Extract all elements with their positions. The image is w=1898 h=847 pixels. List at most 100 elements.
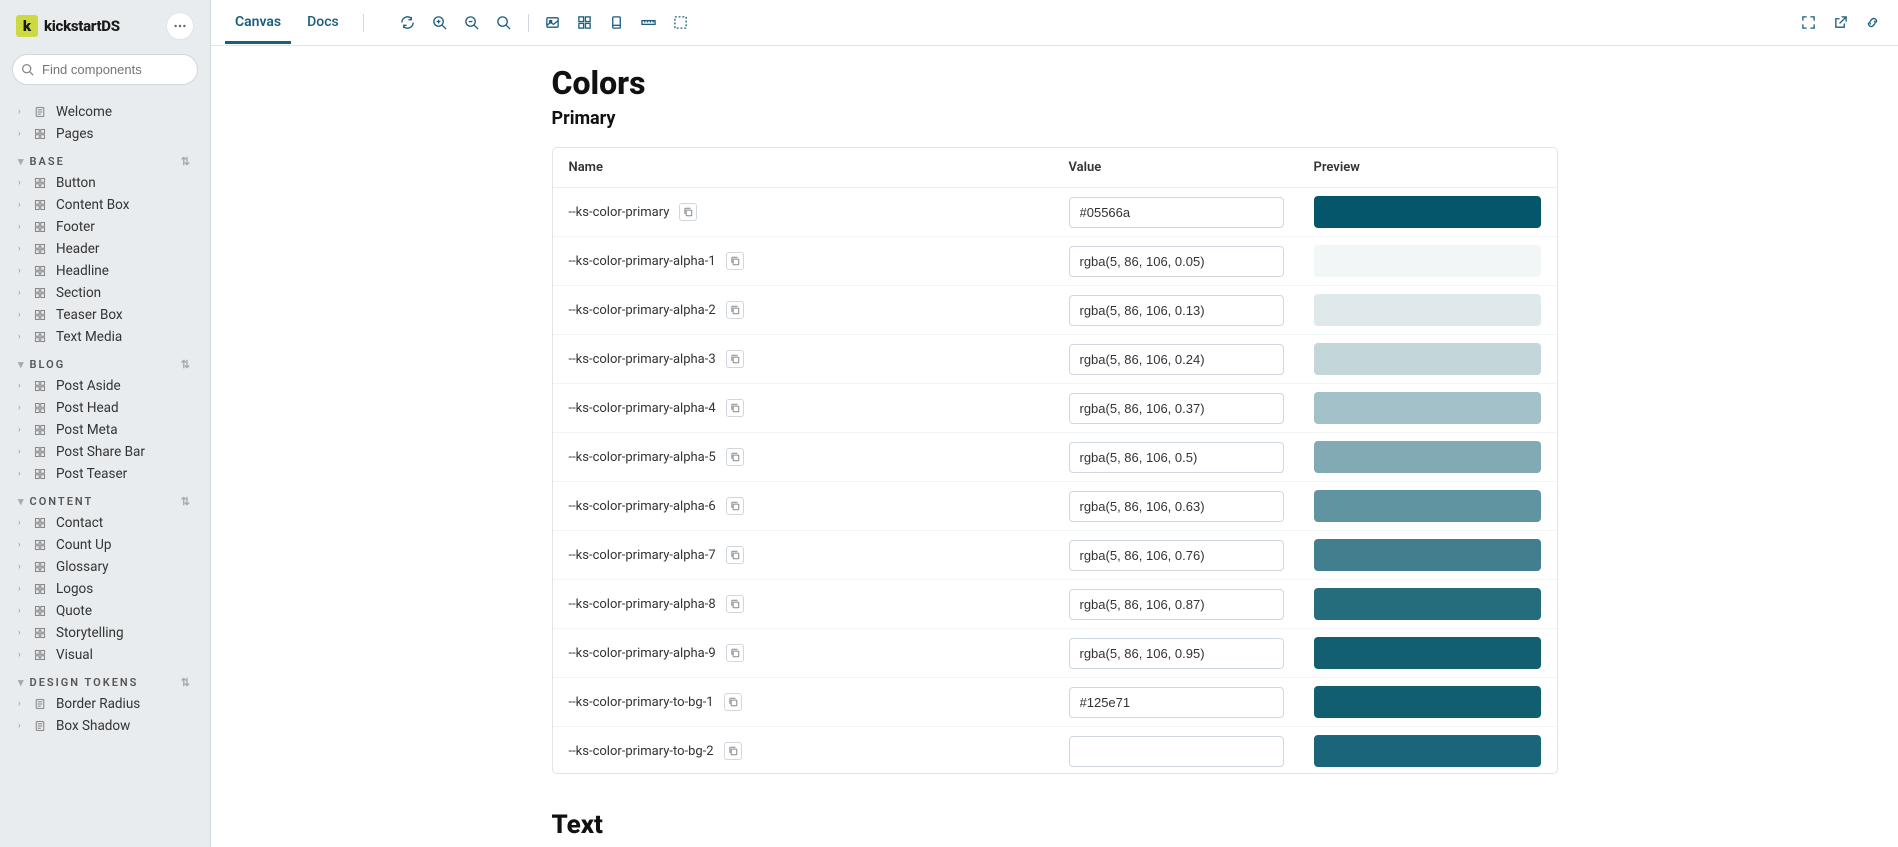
token-value-input[interactable]	[1069, 687, 1284, 718]
token-value-input[interactable]	[1069, 295, 1284, 326]
sidebar-item-storytelling[interactable]: ›Storytelling	[12, 622, 198, 644]
sidebar-item-quote[interactable]: ›Quote	[12, 600, 198, 622]
sidebar-item-visual[interactable]: ›Visual	[12, 644, 198, 666]
token-row: --ks-color-primary-alpha-9	[553, 629, 1557, 678]
token-value-input[interactable]	[1069, 344, 1284, 375]
copy-button[interactable]	[726, 497, 744, 515]
sidebar-item-footer[interactable]: ›Footer	[12, 216, 198, 238]
sidebar-item-button[interactable]: ›Button	[12, 172, 198, 194]
sidebar-item-headline[interactable]: ›Headline	[12, 260, 198, 282]
token-value-input[interactable]	[1069, 736, 1284, 767]
sidebar-group-design-tokens[interactable]: ▾DESIGN TOKENS⇅	[12, 666, 198, 693]
sidebar-item-post-share-bar[interactable]: ›Post Share Bar	[12, 441, 198, 463]
token-value-input[interactable]	[1069, 491, 1284, 522]
grid-button[interactable]	[573, 11, 597, 35]
menu-button[interactable]	[166, 12, 194, 40]
token-preview	[1314, 588, 1541, 620]
copy-button[interactable]	[726, 448, 744, 466]
sidebar-item-teaser-box[interactable]: › Teaser Box	[12, 304, 198, 326]
color-swatch	[1314, 686, 1541, 718]
sidebar-item-header[interactable]: ›Header	[12, 238, 198, 260]
token-value-input[interactable]	[1069, 393, 1284, 424]
outline-button[interactable]	[669, 11, 693, 35]
token-value-input[interactable]	[1069, 442, 1284, 473]
zoom-reset-button[interactable]	[492, 11, 516, 35]
chevron-right-icon: ›	[18, 721, 26, 731]
sidebar-group-base[interactable]: ▾BASE⇅	[12, 145, 198, 172]
grid-icon	[34, 424, 48, 436]
token-value	[1069, 344, 1314, 375]
sidebar-item-border-radius[interactable]: ›Border Radius	[12, 693, 198, 715]
copy-button[interactable]	[724, 693, 742, 711]
token-row: --ks-color-primary-alpha-2	[553, 286, 1557, 335]
sidebar-item-section[interactable]: ›Section	[12, 282, 198, 304]
zoom-out-icon	[464, 15, 479, 30]
sidebar-item-label: Count Up	[56, 537, 111, 553]
color-swatch	[1314, 735, 1541, 767]
separator	[528, 14, 529, 32]
sort-icon[interactable]: ⇅	[181, 358, 192, 371]
sidebar-item-logos[interactable]: ›Logos	[12, 578, 198, 600]
sidebar-group-content[interactable]: ▾CONTENT⇅	[12, 485, 198, 512]
copy-button[interactable]	[726, 350, 744, 368]
viewport-button[interactable]	[605, 11, 629, 35]
token-name: --ks-color-primary-to-bg-2	[569, 742, 1069, 760]
sidebar-item-pages[interactable]: ›Pages	[12, 123, 198, 145]
token-value-input[interactable]	[1069, 540, 1284, 571]
sort-icon[interactable]: ⇅	[181, 155, 192, 168]
copy-icon	[730, 403, 740, 413]
token-value-input[interactable]	[1069, 197, 1284, 228]
search-input[interactable]	[38, 59, 211, 80]
sidebar-item-box-shadow[interactable]: ›Box Shadow	[12, 715, 198, 737]
copy-button[interactable]	[726, 595, 744, 613]
copy-icon	[730, 648, 740, 658]
sidebar-item-text-media[interactable]: ›Text Media	[12, 326, 198, 348]
copy-icon	[728, 746, 738, 756]
measure-button[interactable]	[637, 11, 661, 35]
refresh-button[interactable]	[396, 11, 420, 35]
toolbar-icons	[396, 11, 693, 35]
chevron-right-icon: ›	[18, 310, 26, 320]
copy-button[interactable]	[726, 301, 744, 319]
doc-icon	[34, 720, 48, 732]
sidebar-item-glossary[interactable]: ›Glossary	[12, 556, 198, 578]
sidebar-group-blog[interactable]: ▾BLOG⇅	[12, 348, 198, 375]
sidebar-item-label: Welcome	[56, 104, 112, 120]
copy-button[interactable]	[726, 399, 744, 417]
copy-button[interactable]	[724, 742, 742, 760]
zoom-out-button[interactable]	[460, 11, 484, 35]
copy-button[interactable]	[726, 546, 744, 564]
sidebar-item-post-meta[interactable]: ›Post Meta	[12, 419, 198, 441]
fullscreen-button[interactable]	[1796, 11, 1820, 35]
copy-link-button[interactable]	[1860, 11, 1884, 35]
sort-icon[interactable]: ⇅	[181, 495, 192, 508]
color-swatch	[1314, 343, 1541, 375]
token-value-input[interactable]	[1069, 638, 1284, 669]
copy-button[interactable]	[679, 203, 697, 221]
token-value-input[interactable]	[1069, 589, 1284, 620]
zoom-in-button[interactable]	[428, 11, 452, 35]
token-value-input[interactable]	[1069, 246, 1284, 277]
sidebar-item-post-head[interactable]: ›Post Head	[12, 397, 198, 419]
sidebar-item-label: Teaser Box	[56, 307, 123, 323]
token-name: --ks-color-primary-alpha-8	[569, 595, 1069, 613]
sidebar-item-count-up[interactable]: ›Count Up	[12, 534, 198, 556]
search-input-container[interactable]: /	[12, 54, 198, 85]
sidebar-item-contact[interactable]: ›Contact	[12, 512, 198, 534]
background-button[interactable]	[541, 11, 565, 35]
sidebar-item-content-box[interactable]: ›Content Box	[12, 194, 198, 216]
open-new-tab-button[interactable]	[1828, 11, 1852, 35]
sidebar-item-welcome[interactable]: ›Welcome	[12, 101, 198, 123]
sort-icon[interactable]: ⇅	[181, 676, 192, 689]
token-preview	[1314, 343, 1541, 375]
copy-button[interactable]	[726, 644, 744, 662]
logo[interactable]: k kickstartDS	[16, 15, 120, 37]
grid-icon	[34, 446, 48, 458]
sidebar-item-post-teaser[interactable]: ›Post Teaser	[12, 463, 198, 485]
token-name: --ks-color-primary	[569, 203, 1069, 221]
tab-canvas[interactable]: Canvas	[225, 2, 291, 44]
copy-button[interactable]	[726, 252, 744, 270]
page-title: Colors	[552, 64, 1558, 102]
tab-docs[interactable]: Docs	[297, 2, 349, 44]
sidebar-item-post-aside[interactable]: ›Post Aside	[12, 375, 198, 397]
